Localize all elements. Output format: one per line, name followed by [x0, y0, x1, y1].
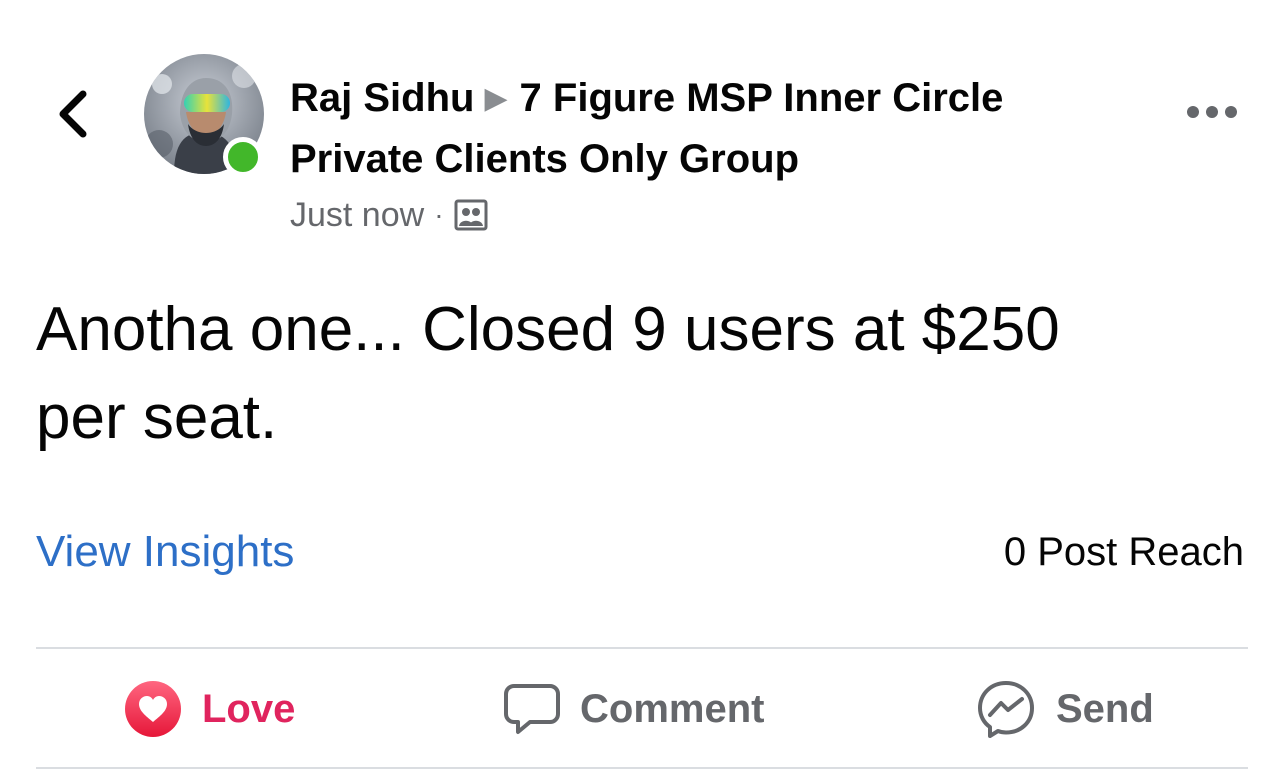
view-insights-link[interactable]: View Insights: [36, 522, 294, 582]
comment-button[interactable]: Comment: [504, 650, 764, 768]
ellipsis-icon: [1186, 105, 1238, 124]
post-header: Raj Sidhu ▶ 7 Figure MSP Inner Circle Priv…: [290, 68, 1150, 189]
messenger-icon: [976, 679, 1036, 739]
comment-label: Comment: [580, 686, 765, 731]
group-name[interactable]: 7 Figure MSP Inner Circle: [520, 76, 1004, 120]
action-bar: Love Comment Send: [36, 650, 1248, 768]
post-meta: Just now ·: [290, 192, 488, 238]
send-button[interactable]: Send: [976, 650, 1154, 768]
post-text: Anotha one... Closed 9 users at $250 per…: [36, 286, 1236, 462]
post-reach-count: 0 Post Reach: [1003, 530, 1244, 574]
love-button[interactable]: Love: [124, 650, 295, 768]
author-name[interactable]: Raj Sidhu: [290, 76, 474, 120]
online-status-indicator: [223, 137, 263, 177]
timestamp[interactable]: Just now: [290, 196, 424, 235]
comment-bubble-icon: [504, 682, 560, 736]
chevron-left-icon: [55, 88, 89, 145]
back-button[interactable]: [48, 88, 96, 144]
group-name-continued[interactable]: Private Clients Only Group: [290, 129, 1150, 189]
meta-separator: ·: [434, 199, 444, 230]
post-header-line1: Raj Sidhu ▶ 7 Figure MSP Inner Circle: [290, 68, 1150, 129]
more-options-button[interactable]: [1180, 92, 1244, 136]
group-audience-icon: [454, 198, 488, 232]
divider-top: [36, 647, 1248, 649]
post-text-line2: per seat.: [36, 383, 278, 452]
insights-row: View Insights 0 Post Reach: [36, 522, 1244, 582]
play-arrow-icon: ▶: [484, 82, 508, 115]
post-text-line1: Anotha one... Closed 9 users at $250: [36, 295, 1060, 364]
love-reaction-icon: [124, 680, 182, 738]
divider-bottom: [36, 767, 1248, 769]
send-label: Send: [1056, 686, 1154, 731]
love-label: Love: [202, 686, 296, 731]
